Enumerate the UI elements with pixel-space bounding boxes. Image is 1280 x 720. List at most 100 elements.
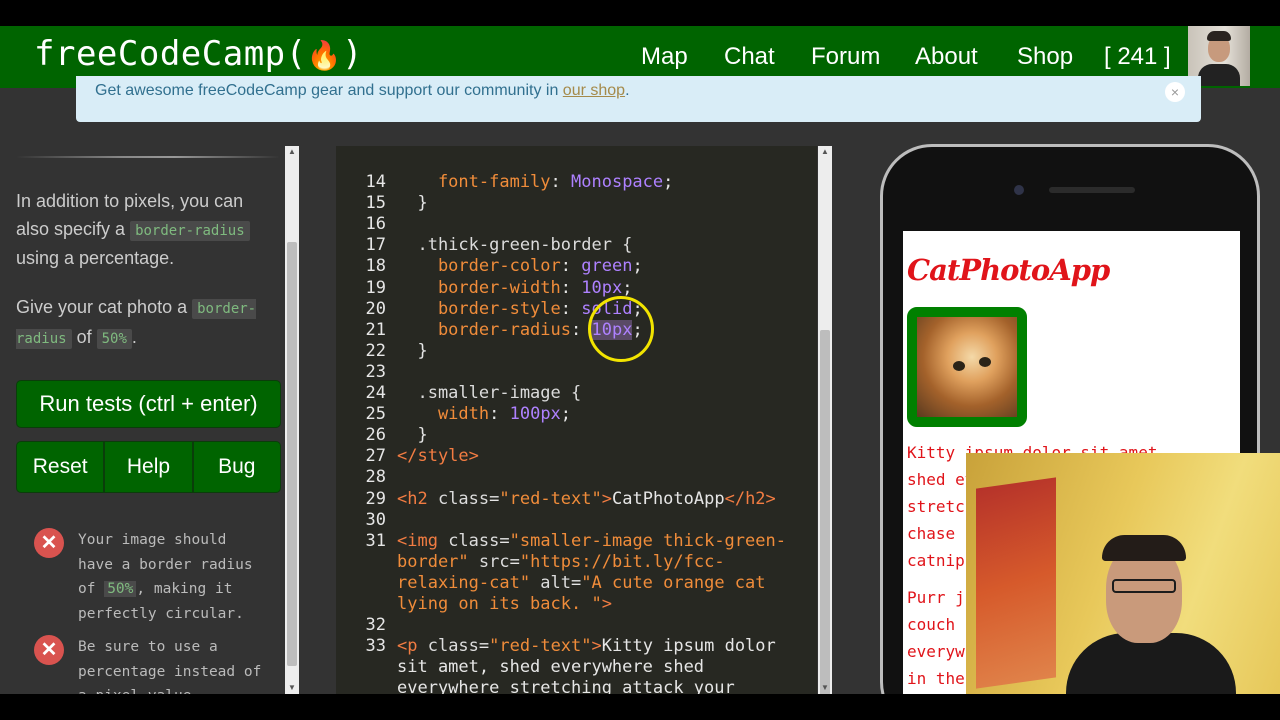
code-token: ; (663, 172, 674, 192)
cat-eye (979, 357, 991, 367)
code-token: width (397, 404, 490, 425)
line-number: 29 (365, 488, 386, 509)
line-number-gutter: 14 15 16 17 18 19 20 21 22 23 24 25 26 27 28 29 30 31 32 33 (336, 146, 386, 694)
code-line[interactable]: relaxing-cat" alt="A cute orange cat (397, 573, 766, 593)
code-token: : (560, 298, 582, 319)
code-line[interactable]: </style> (397, 446, 479, 466)
line-number: 24 (365, 383, 386, 403)
instructions-scrollbar[interactable]: ▲ ▼ (285, 146, 299, 694)
nav-link-forum[interactable]: Forum (811, 43, 880, 71)
scroll-up-icon[interactable]: ▲ (285, 146, 299, 158)
code-token: </style> (397, 446, 479, 467)
shop-banner: Get awesome freeCodeCamp gear and suppor… (76, 76, 1201, 122)
code-token: = (489, 488, 500, 509)
code-token: green (581, 256, 633, 277)
webcam-wall-art (976, 477, 1056, 689)
code-token: 100px (509, 404, 561, 425)
code-token: Kitty ipsum dolor (601, 636, 776, 657)
line-number: 19 (365, 277, 386, 298)
line-number: 25 (365, 404, 386, 425)
cat-photo[interactable] (907, 307, 1027, 427)
banner-period: . (625, 82, 630, 99)
instruction-text: . (131, 326, 137, 347)
code-line[interactable]: border-width: 10px; (397, 277, 633, 298)
code-line[interactable]: sit amet, shed everywhere shed (397, 657, 704, 677)
code-token: > (601, 488, 612, 509)
code-line[interactable]: <h2 class="red-text">CatPhotoApp</h2> (397, 489, 776, 509)
reset-button[interactable]: Reset (16, 441, 105, 493)
code-token: <img (397, 530, 449, 551)
code-token: : (560, 256, 582, 277)
run-tests-button[interactable]: Run tests (ctrl + enter) (16, 380, 281, 428)
code-line[interactable]: width: 100px; (397, 404, 571, 424)
code-line[interactable]: lying on its back. "> (397, 594, 612, 614)
nav-link-map[interactable]: Map (641, 43, 688, 71)
line-number: 18 (365, 256, 386, 277)
instruction-text: Give your cat photo a (16, 297, 193, 317)
banner-shop-link[interactable]: our shop (563, 82, 625, 99)
help-button[interactable]: Help (104, 441, 193, 493)
code-line[interactable]: border-color: green; (397, 256, 643, 276)
code-token: > (591, 636, 602, 657)
code-editor[interactable]: 14 15 16 17 18 19 20 21 22 23 24 25 26 27 28 29 30 31 32 33… (336, 146, 817, 694)
scrollbar-thumb[interactable] (820, 330, 830, 694)
line-number: 22 (365, 340, 386, 361)
code-token: "red-text" (499, 488, 602, 509)
code-token: border-width (397, 277, 561, 298)
webcam-person-glasses (1112, 579, 1176, 593)
code-line[interactable]: border" src="https://bit.ly/fcc- (397, 552, 725, 572)
action-button-group: Reset Help Bug (16, 441, 281, 493)
line-number: 21 (365, 319, 386, 340)
line-number: 20 (365, 298, 386, 319)
nav-link-points[interactable]: [ 241 ] (1104, 43, 1171, 71)
webcam-person-hair (1102, 535, 1186, 561)
nav-link-about[interactable]: About (915, 43, 978, 71)
code-token: class (437, 488, 490, 509)
line-number: 27 (365, 446, 386, 467)
bug-button[interactable]: Bug (192, 441, 281, 493)
close-icon[interactable]: × (1165, 82, 1185, 102)
code-line[interactable]: everywhere stretching attack your (397, 678, 735, 694)
code-token: Monospace (571, 172, 664, 192)
webcam-overlay (966, 453, 1280, 694)
code-line[interactable]: .thick-green-border { (397, 235, 632, 255)
code-token: class (427, 636, 479, 657)
code-line[interactable]: <p class="red-text">Kitty ipsum dolor (397, 636, 776, 656)
code-snippet: 50% (104, 581, 137, 597)
scroll-down-icon[interactable]: ▼ (285, 682, 299, 694)
brand-suffix: ) (341, 34, 363, 74)
code-line[interactable]: font-family: Monospace; (397, 172, 673, 192)
code-line[interactable]: .smaller-image { (397, 383, 581, 403)
scroll-down-icon[interactable]: ▼ (818, 682, 832, 694)
instruction-paragraph-1: In addition to pixels, you can also spec… (16, 188, 278, 273)
line-number: 26 (365, 425, 386, 446)
scroll-up-icon[interactable]: ▲ (818, 146, 832, 158)
nav-link-shop[interactable]: Shop (1017, 43, 1073, 71)
code-token: = (571, 572, 582, 593)
cat-eye (953, 361, 965, 371)
code-line[interactable]: } (397, 425, 427, 445)
code-token: = (509, 551, 520, 572)
code-line[interactable]: } (397, 193, 427, 213)
code-snippet: 50% (96, 328, 132, 349)
code-line[interactable]: } (397, 341, 427, 361)
instruction-text: of (71, 326, 97, 347)
test-text: Be sure to use a percentage instead of a… (78, 635, 268, 694)
code-token: = (478, 636, 490, 657)
editor-scrollbar[interactable]: ▲ ▼ (818, 146, 832, 694)
code-token: everywhere stretching attack your (397, 678, 735, 694)
cat-photo-image (917, 317, 1017, 417)
scrollbar-thumb[interactable] (287, 242, 297, 666)
code-token: > (601, 594, 612, 614)
code-line[interactable]: <img class="smaller-image thick-green- (397, 531, 786, 551)
line-number: 32 (365, 615, 386, 636)
code-token: border-style (397, 298, 561, 319)
code-token: CatPhotoApp (612, 488, 725, 509)
fail-x-icon: ✕ (34, 528, 64, 558)
brand-logo[interactable]: freeCodeCamp(🔥) (34, 34, 363, 74)
code-token: ; (560, 404, 572, 425)
line-number: 28 (365, 467, 386, 488)
banner-text: Get awesome freeCodeCamp gear and suppor… (95, 82, 630, 100)
nav-link-chat[interactable]: Chat (724, 43, 775, 71)
mouse-cursor-highlight (588, 296, 654, 362)
